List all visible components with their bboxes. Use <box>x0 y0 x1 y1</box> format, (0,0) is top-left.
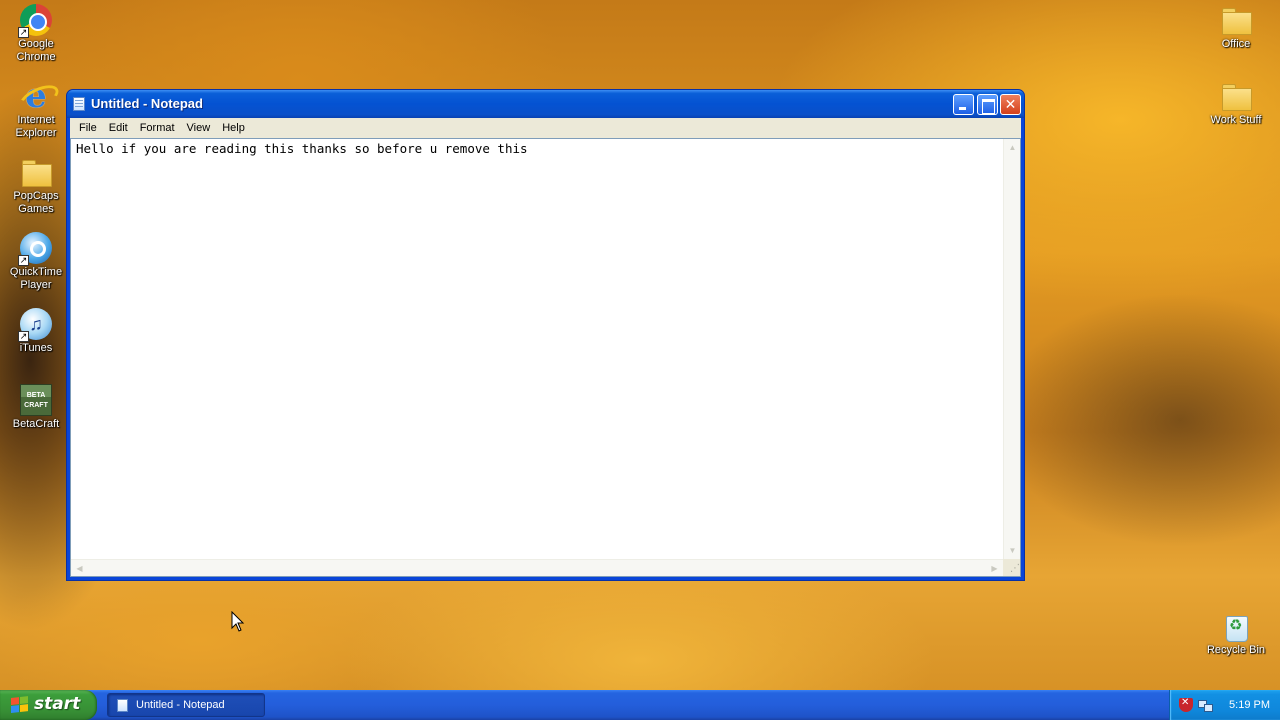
shortcut-arrow-icon: ↗ <box>18 255 29 266</box>
desktop-icon-label: PopCaps Games <box>13 190 59 215</box>
menu-edit[interactable]: Edit <box>103 118 134 138</box>
desktop-icon-label: Google Chrome <box>16 38 56 63</box>
horizontal-scrollbar[interactable]: ◀ ▶ <box>71 559 1003 576</box>
editor-text[interactable]: Hello if you are reading this thanks so … <box>76 141 1000 157</box>
scroll-right-icon[interactable]: ▶ <box>986 560 1003 577</box>
notepad-window[interactable]: Untitled - Notepad ✕ File Edit Format Vi… <box>66 89 1025 581</box>
vertical-scrollbar[interactable]: ▲ ▼ <box>1003 139 1020 559</box>
shortcut-arrow-icon: ↗ <box>18 331 29 342</box>
desktop-icon-label: Internet Explorer <box>15 114 57 139</box>
desktop-icon-itunes[interactable]: ♫ ↗ iTunes <box>0 308 74 355</box>
start-button[interactable]: start <box>0 690 97 720</box>
notepad-icon[interactable] <box>73 97 85 111</box>
desktop-icon-label: iTunes <box>19 342 53 354</box>
title-bar[interactable]: Untitled - Notepad ✕ <box>67 90 1024 118</box>
itunes-icon: ♫ ↗ <box>18 308 52 342</box>
shortcut-arrow-icon: ↗ <box>18 27 29 38</box>
system-tray: 5:19 PM <box>1169 690 1280 720</box>
menu-view[interactable]: View <box>181 118 217 138</box>
folder-icon <box>1220 4 1252 36</box>
quicktime-icon: ↗ <box>18 232 52 266</box>
desktop-icon-label: Office <box>1221 38 1251 50</box>
minimize-button[interactable] <box>953 94 974 115</box>
betacraft-icon: BETA CRAFT <box>20 384 52 416</box>
resize-grip-icon[interactable]: ⋰ <box>1003 559 1020 576</box>
maximize-button[interactable] <box>977 94 998 115</box>
desktop-icon-popcaps-games[interactable]: PopCaps Games <box>0 156 74 216</box>
internet-explorer-icon: e <box>20 79 52 113</box>
taskbar: start Untitled - Notepad 5:19 PM <box>0 690 1280 720</box>
desktop-icon-label: Recycle Bin <box>1206 644 1266 656</box>
menu-format[interactable]: Format <box>134 118 181 138</box>
recycle-bin-icon <box>1220 610 1252 642</box>
desktop-icon-betacraft[interactable]: BETA CRAFT BetaCraft <box>0 384 74 431</box>
window-title: Untitled - Notepad <box>91 96 203 111</box>
desktop-icon-label: Work Stuff <box>1210 114 1262 126</box>
chrome-icon: ↗ <box>18 4 52 38</box>
betacraft-logo-text: BETA CRAFT <box>24 392 48 409</box>
network-icon[interactable] <box>1198 698 1213 712</box>
text-editor[interactable]: Hello if you are reading this thanks so … <box>70 138 1021 577</box>
security-alert-icon[interactable] <box>1179 697 1193 712</box>
windows-logo-icon <box>11 696 29 714</box>
scroll-left-icon[interactable]: ◀ <box>71 560 88 577</box>
folder-icon <box>20 156 52 188</box>
scroll-up-icon[interactable]: ▲ <box>1004 139 1021 156</box>
menu-help[interactable]: Help <box>216 118 251 138</box>
desktop-icon-google-chrome[interactable]: ↗ Google Chrome <box>0 4 74 64</box>
folder-icon <box>1220 80 1252 112</box>
desktop-icon-work-stuff[interactable]: Work Stuff <box>1198 80 1274 127</box>
menu-bar: File Edit Format View Help <box>70 118 1021 138</box>
close-button[interactable]: ✕ <box>1000 94 1021 115</box>
desktop-icon-office[interactable]: Office <box>1198 4 1274 51</box>
taskbar-button-label: Untitled - Notepad <box>136 699 225 711</box>
clock[interactable]: 5:19 PM <box>1229 690 1270 720</box>
desktop-icon-label: QuickTime Player <box>9 266 63 291</box>
menu-file[interactable]: File <box>73 118 103 138</box>
desktop-icon-quicktime-player[interactable]: ↗ QuickTime Player <box>0 232 74 292</box>
desktop-icon-label: BetaCraft <box>12 418 60 430</box>
notepad-icon <box>117 699 128 712</box>
taskbar-button-notepad[interactable]: Untitled - Notepad <box>107 693 265 717</box>
start-label: start <box>34 694 81 714</box>
scroll-down-icon[interactable]: ▼ <box>1004 542 1021 559</box>
desktop-icon-internet-explorer[interactable]: e Internet Explorer <box>0 79 74 140</box>
desktop-icon-recycle-bin[interactable]: Recycle Bin <box>1198 610 1274 657</box>
